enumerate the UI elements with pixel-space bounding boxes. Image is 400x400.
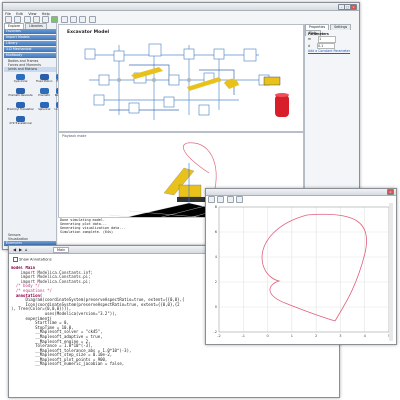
tab-settings[interactable]: Settings [330, 24, 352, 30]
parameter-name: m [308, 37, 312, 42]
plot-window-titlebar: × [206, 189, 396, 196]
y-tick-label: 6 [215, 230, 217, 234]
palette-item[interactable]: Prism/Cyl Translation [7, 101, 35, 114]
component-block [128, 102, 140, 114]
plot-window: × -2-101234586420-2 [205, 188, 397, 345]
properties-tabs: Properties SettingsPlots [305, 24, 358, 36]
cabin-part [263, 76, 281, 86]
plot-area[interactable]: -2-101234586420-2 [207, 203, 395, 341]
y-tick-label: 4 [215, 255, 218, 259]
component-block [163, 96, 175, 108]
palette-item[interactable]: XYZ Translational [7, 115, 34, 128]
new-icon[interactable] [5, 16, 12, 23]
back-arrow-icon[interactable]: ◀ [13, 247, 16, 252]
show-annotations-label: Show Annotations [19, 257, 52, 262]
x-tick-label: 0 [266, 334, 268, 338]
panel-multibody[interactable]: Multibody [4, 53, 56, 58]
show-annotations-toggle[interactable]: Show Annotations [13, 257, 52, 262]
code-tab[interactable]: Main [53, 247, 70, 253]
excavator-3d [163, 167, 205, 202]
home-icon[interactable]: ⌂ [25, 247, 28, 252]
component-block [148, 43, 162, 57]
palette-item-label: Fixed Motion [36, 79, 53, 83]
palette-item-label: Cylindrical [13, 79, 28, 83]
panel-favorites[interactable]: Favorites [4, 29, 56, 34]
y-tick-label: 8 [215, 205, 217, 209]
component-block [243, 48, 257, 62]
zoom-icon[interactable] [79, 16, 87, 23]
joint-node [152, 78, 156, 82]
stop-icon[interactable] [60, 16, 68, 23]
plot-icon[interactable] [88, 16, 96, 23]
y-tick-label: 2 [215, 280, 217, 284]
palette-item[interactable]: Cylindrical [7, 73, 34, 86]
palette-item[interactable]: Spherical [36, 101, 52, 114]
plot-frame [218, 206, 390, 333]
zoom-in-icon[interactable] [208, 196, 215, 203]
close-button[interactable]: × [350, 4, 357, 10]
plot-grid [218, 206, 390, 333]
code-line: __Maplesoft_numeric_jacobian = false, [11, 361, 125, 367]
undo-icon[interactable] [32, 16, 40, 23]
x-tick-label: 1 [291, 334, 293, 338]
settings-icon[interactable] [69, 16, 77, 23]
palette-item-label: XYZ Translational [9, 121, 32, 125]
plot-scrollbar[interactable] [389, 203, 393, 341]
component-block [98, 74, 110, 86]
save-icon[interactable] [23, 16, 31, 23]
x-tick-label: -1 [242, 334, 246, 338]
tab-libraries[interactable]: Libraries [24, 23, 47, 29]
plot-close-button[interactable]: × [387, 189, 394, 195]
panel-1d-mechanical[interactable]: 1-D Mechanical [4, 47, 56, 52]
component-block [93, 94, 105, 106]
component-block [168, 74, 180, 86]
export-icon[interactable] [235, 196, 243, 203]
palette-item-label: Prism/Cyl Translation [7, 107, 35, 111]
message-console: Done simulating model. Generating plot d… [58, 217, 208, 244]
forward-arrow-icon[interactable]: ▶ [19, 247, 22, 252]
palette-item-label: Prismatic [38, 93, 51, 97]
palette-item-label: Spherical [38, 107, 51, 111]
panel-import-models[interactable]: Import Models [4, 35, 56, 40]
x-tick-label: 4 [364, 334, 367, 338]
hydraulic-tank [275, 95, 289, 117]
checkbox-icon[interactable] [13, 257, 18, 262]
pan-icon[interactable] [217, 196, 225, 203]
y-tick-label: 0 [215, 305, 217, 309]
x-tick-label: -2 [217, 334, 221, 338]
component-block [183, 48, 195, 60]
run-icon[interactable] [51, 16, 59, 23]
redo-icon[interactable] [42, 16, 50, 23]
component-palette: CylindricalFixed MotionPlanarPrismatic R… [4, 72, 67, 130]
palette-item[interactable]: Fixed Motion [36, 73, 53, 86]
joint-node [187, 78, 191, 82]
x-tick-label: 2 [315, 334, 317, 338]
component-block [84, 48, 96, 60]
palette-item-label: Prismatic Revolute [8, 93, 33, 97]
log-line: Simulation complete. (64s) [60, 230, 114, 234]
plot-curve [261, 213, 367, 322]
open-icon[interactable] [14, 16, 22, 23]
component-block [198, 104, 210, 116]
add-parameter-link[interactable]: Add a Constant Parameter [305, 49, 358, 53]
x-tick-label: 3 [339, 334, 341, 338]
plot-ticks: -2-101234586420-2 [214, 205, 391, 338]
panel-library[interactable]: Library [4, 41, 56, 46]
component-block [213, 48, 225, 60]
y-tick-label: -2 [214, 330, 218, 334]
palette-item[interactable]: Prismatic Revolute [7, 87, 34, 100]
title-bar: – □ × [3, 3, 359, 11]
parameter-name: d [308, 43, 311, 48]
left-sidebar: Explore Libraries Favorites Import Models… [4, 23, 67, 247]
component-block [113, 50, 125, 62]
diagram-svg [84, 43, 289, 120]
joint-node [117, 78, 121, 82]
palette-item[interactable]: Prismatic [36, 87, 52, 100]
main-toolbar [5, 16, 355, 23]
reset-view-icon[interactable] [226, 196, 234, 203]
diagram-canvas[interactable]: Excavator Model [58, 24, 304, 132]
